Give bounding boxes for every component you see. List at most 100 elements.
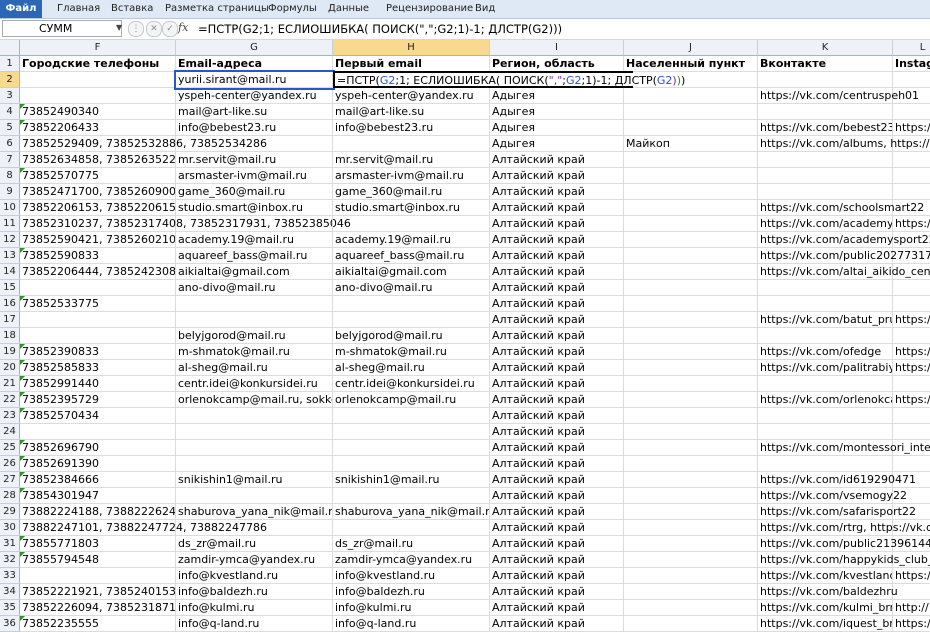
cell[interactable] xyxy=(176,456,333,472)
cell[interactable]: https://vk.com/palitrabiysk xyxy=(758,360,893,376)
cell[interactable]: 73852206153, 73852206154, 7385 xyxy=(20,200,176,216)
cell[interactable]: Алтайский край xyxy=(490,312,624,328)
cell[interactable] xyxy=(176,488,333,504)
cell[interactable] xyxy=(893,264,930,280)
cell[interactable] xyxy=(893,376,930,392)
cell[interactable]: mr.servit@mail.ru xyxy=(333,152,490,168)
cell[interactable]: 73852634858, 73852635229, 7385 xyxy=(20,152,176,168)
cell[interactable]: https:/ xyxy=(893,312,930,328)
cell[interactable]: https://vk.com/iquest_brn xyxy=(758,616,893,632)
cell[interactable]: ds_zr@mail.ru xyxy=(176,536,333,552)
cell[interactable]: Алтайский край xyxy=(490,168,624,184)
cell[interactable]: 73854301947 xyxy=(20,488,176,504)
row-header[interactable]: 12 xyxy=(0,232,20,248)
cell[interactable]: Алтайский край xyxy=(490,600,624,616)
cell[interactable]: 73852390833 xyxy=(20,344,176,360)
cell[interactable] xyxy=(893,88,930,104)
cell[interactable]: Алтайский край xyxy=(490,360,624,376)
cell[interactable] xyxy=(758,280,893,296)
row-header[interactable]: 15 xyxy=(0,280,20,296)
cell[interactable]: https:/ xyxy=(893,392,930,408)
cell[interactable] xyxy=(624,88,758,104)
cell[interactable] xyxy=(758,168,893,184)
cell[interactable]: orlenokcamp@mail.ru xyxy=(333,392,490,408)
cell[interactable] xyxy=(893,136,930,152)
cell[interactable]: shaburova_yana_nik@mail.ru xyxy=(176,504,333,520)
cell[interactable]: https:/ xyxy=(893,616,930,632)
cell[interactable]: Алтайский край xyxy=(490,552,624,568)
cell[interactable] xyxy=(624,328,758,344)
cell[interactable] xyxy=(624,472,758,488)
cell[interactable] xyxy=(893,440,930,456)
cell[interactable] xyxy=(624,168,758,184)
row-header[interactable]: 33 xyxy=(0,568,20,584)
cell[interactable]: aikialtai@gmail.com xyxy=(333,264,490,280)
cell[interactable]: Алтайский край xyxy=(490,200,624,216)
cell[interactable] xyxy=(333,216,490,232)
name-box[interactable]: СУММ xyxy=(2,20,122,37)
cell[interactable]: Алтайский край xyxy=(490,232,624,248)
cell[interactable] xyxy=(624,520,758,536)
cell[interactable]: info@baldezh.ru xyxy=(333,584,490,600)
cell[interactable] xyxy=(624,216,758,232)
row-header[interactable]: 25 xyxy=(0,440,20,456)
cell[interactable] xyxy=(20,328,176,344)
cell[interactable] xyxy=(20,88,176,104)
cell[interactable] xyxy=(624,248,758,264)
cell[interactable]: zamdir-ymca@yandex.ru xyxy=(333,552,490,568)
cell[interactable]: mr.servit@mail.ru xyxy=(176,152,333,168)
cell[interactable] xyxy=(624,104,758,120)
row-header[interactable]: 6 xyxy=(0,136,20,152)
cell[interactable] xyxy=(624,360,758,376)
cell[interactable] xyxy=(624,424,758,440)
cell[interactable]: aquareef_bass@mail.ru xyxy=(333,248,490,264)
cell[interactable]: game_360@mail.ru xyxy=(333,184,490,200)
cell[interactable]: https://vk.com/montessori_intere xyxy=(758,440,930,456)
row-header[interactable]: 11 xyxy=(0,216,20,232)
cell[interactable] xyxy=(20,312,176,328)
cell[interactable] xyxy=(624,152,758,168)
enter-icon[interactable]: ✓ xyxy=(162,21,178,37)
column-header[interactable]: J xyxy=(624,40,758,56)
cell[interactable]: Email-адреса xyxy=(176,56,333,72)
cell[interactable] xyxy=(176,216,333,232)
cell[interactable] xyxy=(893,520,930,536)
cell[interactable] xyxy=(624,488,758,504)
cell[interactable]: 73852221921, 73852401532, 7385 xyxy=(20,584,176,600)
row-header[interactable]: 2 xyxy=(0,72,20,88)
cell[interactable]: Алтайский край xyxy=(490,616,624,632)
cell[interactable]: ano-divo@mail.ru xyxy=(176,280,333,296)
cell[interactable] xyxy=(893,200,930,216)
formula-input[interactable]: =ПСТР(G2;1; ЕСЛИОШИБКА( ПОИСК(",";G2;1)-… xyxy=(198,22,562,36)
cell[interactable]: https:/ xyxy=(893,216,930,232)
cell[interactable]: https://vk.com/altai_aikido_centre xyxy=(758,264,930,280)
row-header[interactable]: 1 xyxy=(0,56,20,72)
cell[interactable] xyxy=(624,568,758,584)
cell[interactable] xyxy=(893,296,930,312)
cell[interactable]: Алтайский край xyxy=(490,584,624,600)
cell[interactable]: https://vk.com/kulmi_brn xyxy=(758,600,893,616)
cell[interactable]: 73855771803 xyxy=(20,536,176,552)
cell[interactable]: Алтайский край xyxy=(490,216,624,232)
cell[interactable]: https://vk.com/academysport22, h xyxy=(758,232,930,248)
cell[interactable] xyxy=(893,232,930,248)
cell[interactable] xyxy=(893,408,930,424)
column-header[interactable]: H xyxy=(333,40,490,56)
insert-function-icon[interactable]: fx xyxy=(178,21,188,34)
cell[interactable]: Алтайский край xyxy=(490,296,624,312)
cell[interactable]: Алтайский край xyxy=(490,568,624,584)
cell[interactable]: al-sheg@mail.ru xyxy=(333,360,490,376)
cell[interactable]: https://vk.com/academy_r xyxy=(758,216,893,232)
cell[interactable]: Алтайский край xyxy=(490,184,624,200)
ribbon-tab[interactable]: Разметка страницы xyxy=(165,0,269,18)
cell[interactable]: al-sheg@mail.ru xyxy=(176,360,333,376)
cell[interactable] xyxy=(758,376,893,392)
row-header[interactable]: 24 xyxy=(0,424,20,440)
cell[interactable]: info@bebest23.ru xyxy=(333,120,490,136)
cell[interactable]: https://vk.com/kvestland_ xyxy=(758,568,893,584)
cell[interactable]: Первый email xyxy=(333,56,490,72)
cell[interactable] xyxy=(893,104,930,120)
cell[interactable]: mail@art-like.su xyxy=(333,104,490,120)
cell[interactable] xyxy=(893,504,930,520)
row-header[interactable]: 10 xyxy=(0,200,20,216)
